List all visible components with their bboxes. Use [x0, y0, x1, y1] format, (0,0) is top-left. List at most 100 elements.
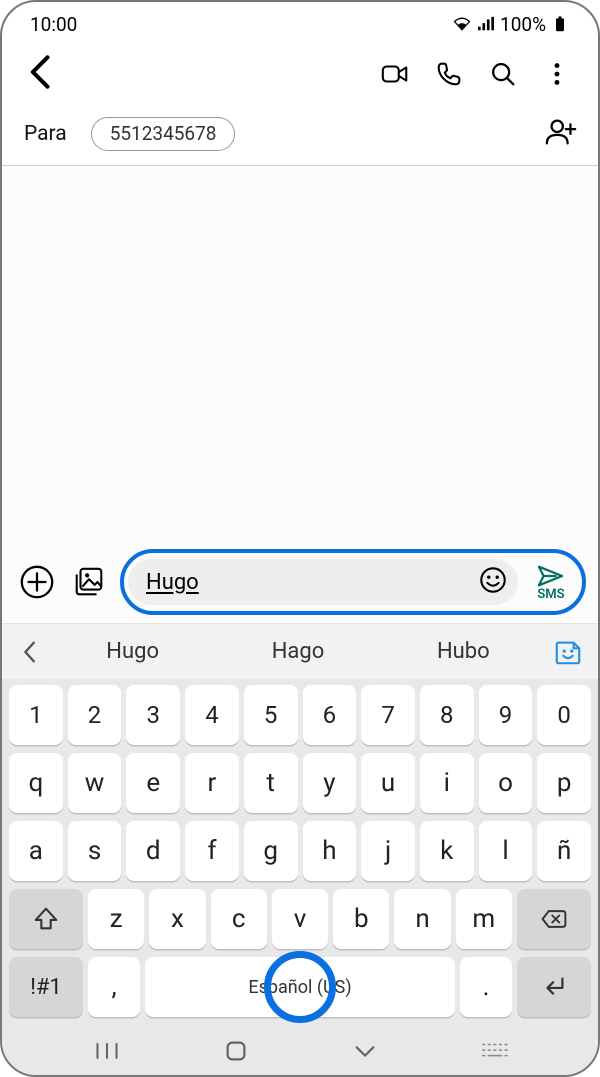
recipient-row: Para 5512345678 [2, 102, 598, 166]
search-icon [488, 59, 518, 89]
backspace-icon [540, 905, 568, 933]
key-8[interactable]: 8 [420, 685, 474, 745]
suggestion-back-button[interactable] [10, 640, 50, 664]
key-i[interactable]: i [420, 753, 474, 813]
app-header [2, 46, 598, 102]
status-time: 10:00 [30, 13, 77, 36]
key-u[interactable]: u [361, 753, 415, 813]
key-1[interactable]: 1 [9, 685, 63, 745]
suggestion-1[interactable]: Hugo [50, 639, 215, 664]
back-button[interactable] [20, 50, 64, 98]
sticker-button[interactable] [546, 637, 590, 667]
compose-bar: Hugo SMS [2, 541, 598, 623]
send-button[interactable]: SMS [528, 563, 574, 602]
nav-recent-button[interactable] [77, 1038, 137, 1064]
message-input-highlight: Hugo SMS [120, 549, 586, 615]
voice-call-button[interactable] [422, 50, 476, 98]
key-r[interactable]: r [185, 753, 239, 813]
key-k[interactable]: k [420, 821, 474, 881]
recent-icon [94, 1038, 120, 1064]
conversation-area[interactable] [2, 166, 598, 541]
recipient-chip[interactable]: 5512345678 [91, 117, 236, 151]
sticker-icon [553, 637, 583, 667]
key-shift[interactable] [9, 889, 83, 949]
key-l[interactable]: l [479, 821, 533, 881]
key-z[interactable]: z [88, 889, 144, 949]
key-v[interactable]: v [272, 889, 328, 949]
video-call-button[interactable] [368, 50, 422, 98]
key-h[interactable]: h [303, 821, 357, 881]
more-vert-icon [542, 59, 572, 89]
key-a[interactable]: a [9, 821, 63, 881]
keyboard-toggle-icon [480, 1040, 508, 1062]
message-text: Hugo [146, 570, 199, 595]
signal-icon [476, 16, 496, 32]
key-space[interactable]: Español (US) [145, 957, 455, 1017]
key-f[interactable]: f [185, 821, 239, 881]
kb-row-2: q w e r t y u i o p [6, 753, 594, 813]
person-add-icon [544, 115, 578, 149]
key-6[interactable]: 6 [303, 685, 357, 745]
key-enter[interactable] [517, 957, 591, 1017]
suggestion-bar: Hugo Hago Hubo [2, 623, 598, 679]
key-enye[interactable]: ñ [537, 821, 591, 881]
status-bar: 10:00 100% [2, 2, 598, 46]
key-c[interactable]: c [211, 889, 267, 949]
more-button[interactable] [530, 50, 584, 98]
key-w[interactable]: w [68, 753, 122, 813]
key-o[interactable]: o [479, 753, 533, 813]
gallery-icon [72, 565, 106, 599]
key-d[interactable]: d [126, 821, 180, 881]
suggestion-3[interactable]: Hubo [381, 639, 546, 664]
key-g[interactable]: g [244, 821, 298, 881]
emoji-button[interactable] [478, 565, 508, 599]
nav-home-button[interactable] [206, 1038, 266, 1064]
key-2[interactable]: 2 [68, 685, 122, 745]
kb-row-4: z x c v b n m [6, 889, 594, 949]
key-m[interactable]: m [456, 889, 512, 949]
message-input[interactable]: Hugo [128, 559, 518, 605]
plus-circle-icon [18, 563, 56, 601]
key-p[interactable]: p [537, 753, 591, 813]
kb-row-3: a s d f g h j k l ñ [6, 821, 594, 881]
key-t[interactable]: t [244, 753, 298, 813]
send-icon [536, 563, 566, 589]
key-7[interactable]: 7 [361, 685, 415, 745]
suggestion-2[interactable]: Hago [215, 639, 380, 664]
chevron-left-icon [21, 640, 39, 664]
key-x[interactable]: x [149, 889, 205, 949]
key-s[interactable]: s [68, 821, 122, 881]
search-button[interactable] [476, 50, 530, 98]
battery-icon [550, 16, 570, 32]
battery-pct: 100% [500, 13, 546, 36]
kb-row-5: !#1 , Español (US) . [6, 957, 594, 1017]
chevron-left-icon [20, 50, 64, 94]
add-recipient-button[interactable] [544, 115, 578, 153]
key-5[interactable]: 5 [244, 685, 298, 745]
key-y[interactable]: y [303, 753, 357, 813]
key-n[interactable]: n [394, 889, 450, 949]
key-b[interactable]: b [333, 889, 389, 949]
wifi-icon [452, 16, 472, 32]
key-q[interactable]: q [9, 753, 63, 813]
key-backspace[interactable] [517, 889, 591, 949]
android-navbar [2, 1027, 598, 1075]
nav-back-button[interactable] [335, 1038, 395, 1064]
key-9[interactable]: 9 [479, 685, 533, 745]
key-0[interactable]: 0 [537, 685, 591, 745]
smile-icon [478, 565, 508, 595]
status-right: 100% [452, 13, 570, 36]
key-3[interactable]: 3 [126, 685, 180, 745]
gallery-button[interactable] [68, 561, 110, 603]
key-symbols[interactable]: !#1 [9, 957, 83, 1017]
attach-button[interactable] [16, 561, 58, 603]
shift-icon [32, 905, 60, 933]
key-4[interactable]: 4 [185, 685, 239, 745]
home-icon [223, 1038, 249, 1064]
send-label: SMS [537, 587, 564, 602]
key-comma[interactable]: , [88, 957, 140, 1017]
key-j[interactable]: j [361, 821, 415, 881]
nav-keyboard-toggle[interactable] [464, 1040, 524, 1062]
key-period[interactable]: . [460, 957, 512, 1017]
key-e[interactable]: e [126, 753, 180, 813]
